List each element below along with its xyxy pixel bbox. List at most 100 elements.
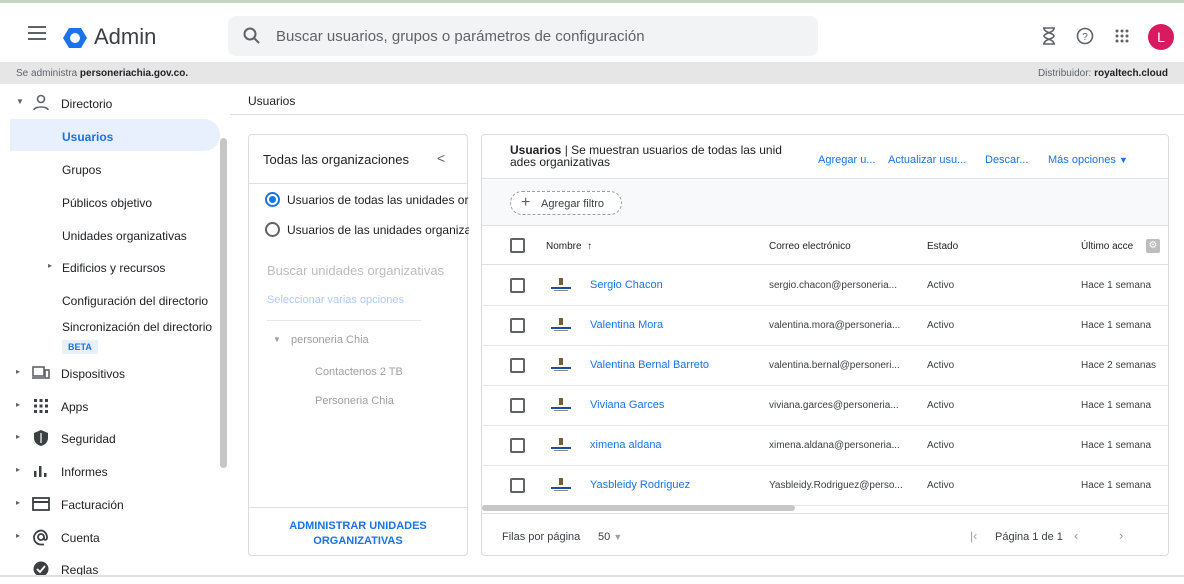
- add-user-button[interactable]: Agregar u...: [818, 154, 875, 166]
- rows-per-page-select[interactable]: 50 ▼: [598, 531, 622, 543]
- sidebar-item-directorio[interactable]: ▼ Directorio: [0, 86, 220, 118]
- sidebar-item-dispositivos[interactable]: ▸ Dispositivos: [0, 356, 220, 388]
- top-bar: Admin Buscar usuarios, grupos o parámetr…: [0, 6, 1184, 62]
- user-last-access: Hace 1 semana: [1081, 440, 1152, 451]
- sidebar-item-usuarios[interactable]: Usuarios: [10, 119, 220, 151]
- radio-label: Usuarios de todas las unidades org: [287, 193, 469, 207]
- row-checkbox[interactable]: [510, 478, 525, 493]
- search-bar[interactable]: Buscar usuarios, grupos o parámetros de …: [228, 16, 818, 56]
- admin-logo-icon[interactable]: [63, 26, 87, 50]
- sidebar-item-facturacion[interactable]: ▸ Facturación: [0, 487, 220, 519]
- column-email-header[interactable]: Correo electrónico: [769, 241, 851, 252]
- app-title[interactable]: Admin: [94, 24, 156, 50]
- column-last-access-header[interactable]: Último acce: [1081, 241, 1133, 252]
- radio-selected-icon[interactable]: [265, 192, 280, 207]
- user-email: Yasbleidy.Rodriguez@perso...: [769, 480, 903, 491]
- select-all-checkbox[interactable]: [510, 238, 525, 253]
- divider: [267, 320, 421, 321]
- sidebar-item-label: Públicos objetivo: [62, 196, 153, 210]
- menu-icon[interactable]: [28, 26, 46, 40]
- sidebar-item-reglas[interactable]: Reglas: [0, 552, 220, 584]
- multi-select-link[interactable]: Seleccionar varias opciones: [267, 294, 404, 306]
- hourglass-icon[interactable]: [1037, 24, 1061, 48]
- sidebar-item-label: Dispositivos: [61, 367, 126, 381]
- org-search-input[interactable]: Buscar unidades organizativas: [267, 263, 444, 278]
- sidebar: ▼ Directorio Usuarios Grupos Públicos ob…: [0, 84, 230, 577]
- table-row[interactable]: ximena aldana ximena.aldana@personeria...…: [482, 426, 1168, 466]
- user-last-access: Hace 1 semana: [1081, 480, 1152, 491]
- avatar[interactable]: L: [1148, 24, 1174, 50]
- table-row[interactable]: Viviana Garces viviana.garces@personeria.…: [482, 386, 1168, 426]
- sidebar-item-cuenta[interactable]: ▸ Cuenta: [0, 520, 220, 552]
- user-last-access: Hace 1 semana: [1081, 280, 1152, 291]
- user-name-link[interactable]: Viviana Garces: [590, 399, 664, 411]
- apps-grid-icon[interactable]: [1110, 24, 1134, 48]
- sidebar-scrollbar[interactable]: [220, 138, 227, 468]
- table-row[interactable]: Valentina Bernal Barreto valentina.bernal…: [482, 346, 1168, 386]
- row-checkbox[interactable]: [510, 358, 525, 373]
- collapse-panel-icon[interactable]: <: [437, 150, 445, 166]
- sidebar-item-label: Grupos: [62, 163, 102, 177]
- user-name-link[interactable]: ximena aldana: [590, 439, 662, 451]
- chevron-right-icon: ▸: [16, 531, 21, 540]
- user-email: valentina.mora@personeria...: [769, 320, 901, 331]
- user-name-link[interactable]: Sergio Chacon: [590, 279, 663, 291]
- sidebar-item-unidades[interactable]: Unidades organizativas: [0, 218, 220, 250]
- table-row[interactable]: Yasbleidy Rodriguez Yasbleidy.Rodriguez@p…: [482, 466, 1168, 506]
- row-checkbox[interactable]: [510, 318, 525, 333]
- row-checkbox[interactable]: [510, 438, 525, 453]
- sort-asc-icon: ↑: [587, 241, 593, 252]
- tree-item[interactable]: Personeria Chia: [315, 395, 394, 407]
- org-logo-icon: [551, 438, 571, 451]
- table-row[interactable]: Valentina Mora valentina.mora@personeria.…: [482, 306, 1168, 346]
- row-checkbox[interactable]: [510, 398, 525, 413]
- user-name-link[interactable]: Yasbleidy Rodriguez: [590, 479, 690, 491]
- caret-down-icon: ▼: [1118, 155, 1128, 165]
- chevron-right-icon: ▸: [16, 400, 21, 409]
- download-button[interactable]: Descar...: [985, 154, 1028, 166]
- update-users-button[interactable]: Actualizar usu...: [888, 154, 966, 166]
- search-input[interactable]: Buscar usuarios, grupos o parámetros de …: [276, 28, 645, 45]
- chevron-down-icon[interactable]: ▼: [273, 335, 281, 344]
- sidebar-item-sincronizacion[interactable]: Sincronización del directorio BETA: [0, 312, 220, 356]
- user-last-access: Hace 2 semanas: [1081, 360, 1157, 371]
- radio-all-org-units[interactable]: Usuarios de todas las unidades org: [265, 192, 469, 210]
- radio-unselected-icon[interactable]: [265, 222, 280, 237]
- horizontal-scrollbar[interactable]: [482, 505, 795, 511]
- tree-item[interactable]: Contactenos 2 TB: [315, 366, 403, 378]
- sidebar-item-configuracion[interactable]: Configuración del directorio: [0, 283, 220, 315]
- user-name-link[interactable]: Valentina Bernal Barreto: [590, 359, 709, 371]
- column-settings-icon[interactable]: ⚙: [1146, 239, 1160, 253]
- radio-selected-org-units[interactable]: Usuarios de las unidades organiza: [265, 222, 469, 240]
- distributor-text: Distribuidor: royaltech.cloud: [1037, 68, 1168, 79]
- breadcrumb[interactable]: Usuarios: [248, 94, 295, 108]
- help-icon[interactable]: ?: [1073, 24, 1097, 48]
- chevron-right-icon: ▸: [16, 498, 21, 507]
- column-status-header[interactable]: Estado: [927, 241, 958, 252]
- sidebar-item-apps[interactable]: ▸ Apps: [0, 389, 220, 421]
- tree-item-root[interactable]: personeria Chia: [291, 334, 369, 346]
- sidebar-item-seguridad[interactable]: ▸ Seguridad: [0, 421, 220, 453]
- add-filter-button[interactable]: + Agregar filtro: [510, 191, 622, 215]
- first-page-icon[interactable]: |‹: [970, 529, 977, 543]
- user-name-link[interactable]: Valentina Mora: [590, 319, 663, 331]
- sidebar-item-grupos[interactable]: Grupos: [0, 152, 220, 184]
- users-panel: Usuarios | Se muestran usuarios de todas…: [481, 134, 1169, 556]
- user-status: Activo: [927, 480, 955, 491]
- sidebar-item-label: Cuenta: [61, 531, 100, 545]
- sidebar-item-publicos[interactable]: Públicos objetivo: [0, 185, 220, 217]
- column-name-header[interactable]: Nombre ↑: [546, 241, 592, 252]
- more-options-button[interactable]: Más opciones ▼: [1048, 154, 1128, 166]
- users-panel-title: Usuarios | Se muestran usuarios de todas…: [510, 143, 782, 169]
- org-panel-title: Todas las organizaciones: [263, 152, 409, 167]
- sidebar-item-label: Apps: [61, 400, 89, 414]
- table-header: Nombre ↑ Correo electrónico Estado Últim…: [482, 227, 1168, 265]
- user-email: sergio.chacon@personeria...: [769, 280, 897, 291]
- sidebar-item-edificios[interactable]: ▸ Edificios y recursos: [0, 250, 220, 282]
- row-checkbox[interactable]: [510, 278, 525, 293]
- sidebar-item-informes[interactable]: ▸ Informes: [0, 454, 220, 486]
- manage-org-units-button[interactable]: ADMINISTRAR UNIDADES ORGANIZATIVAS: [259, 519, 457, 549]
- previous-page-icon[interactable]: ‹: [1074, 528, 1078, 543]
- table-row[interactable]: Sergio Chacon sergio.chacon@personeria...…: [482, 266, 1168, 306]
- next-page-icon[interactable]: ›: [1119, 528, 1123, 543]
